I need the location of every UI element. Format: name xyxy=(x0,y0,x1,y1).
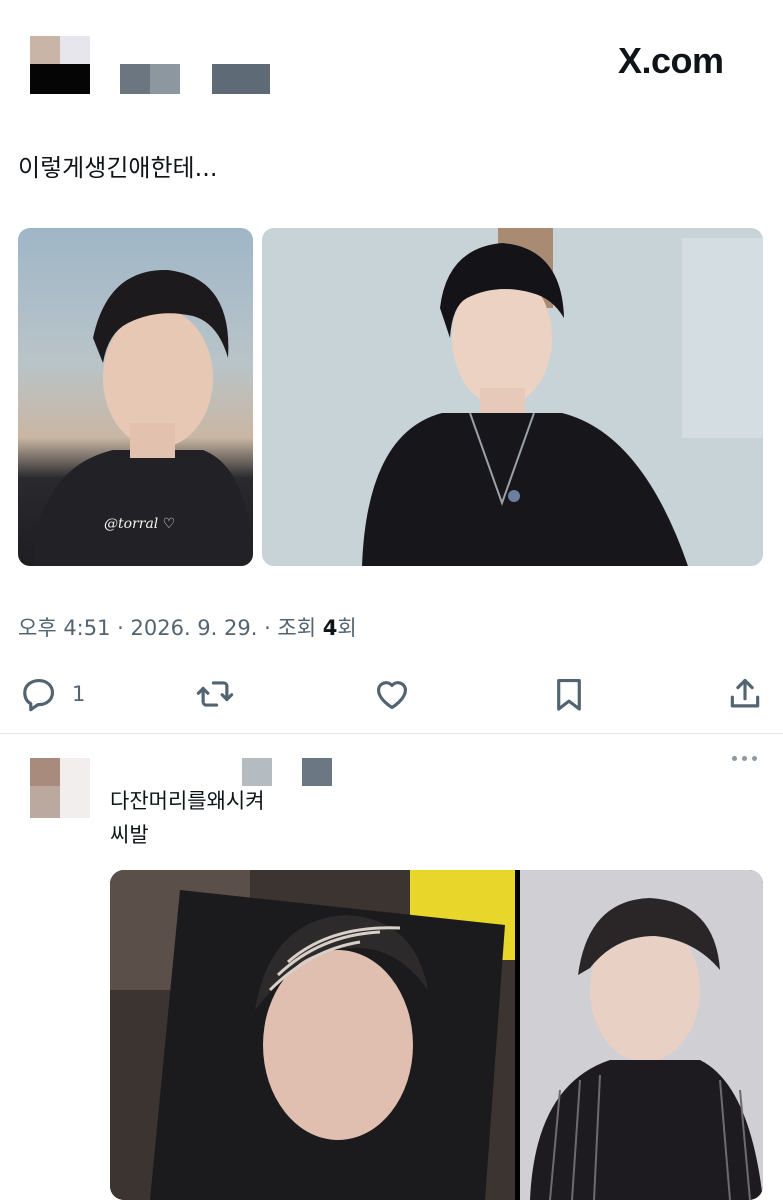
bookmark-icon xyxy=(550,675,588,713)
author-avatar[interactable] xyxy=(30,36,90,96)
like-button[interactable] xyxy=(372,674,412,714)
author-name-censored[interactable] xyxy=(120,64,180,94)
repost-button[interactable] xyxy=(195,674,235,714)
shirt-print-text: @torral ♡ xyxy=(104,516,176,532)
bookmark-button[interactable] xyxy=(550,674,588,714)
more-options-icon[interactable] xyxy=(732,756,757,761)
post-image-right[interactable] xyxy=(262,228,763,566)
author-handle-censored[interactable] xyxy=(212,64,270,94)
reply-icon xyxy=(20,675,58,713)
reply-count: 1 xyxy=(72,682,86,706)
view-count: 4 xyxy=(322,616,338,640)
share-button[interactable] xyxy=(726,674,764,714)
post-timestamp-views: 오후 4:51 · 2026. 9. 29. · 조회 4회 xyxy=(18,612,357,642)
reply-text-line1: 다잔머리를왜시켜 xyxy=(110,789,265,813)
repost-icon xyxy=(195,675,235,713)
timestamp-text: 오후 4:51 · 2026. 9. 29. · 조회 xyxy=(18,616,323,640)
reply-author-handle-censored[interactable] xyxy=(302,758,332,786)
reply-author-name-censored[interactable] xyxy=(242,758,272,786)
post-text: 이렇게생긴애한테... xyxy=(18,154,218,182)
x-com-logo: X.com xyxy=(618,40,724,81)
view-suffix: 회 xyxy=(337,616,357,640)
reply-image[interactable] xyxy=(110,870,763,1200)
divider xyxy=(0,733,783,734)
heart-icon xyxy=(372,675,412,713)
share-icon xyxy=(726,675,764,713)
reply-text-line2: 씨발 xyxy=(110,823,149,847)
reply-avatar[interactable] xyxy=(30,758,90,818)
post-image-left[interactable]: @torral ♡ xyxy=(18,228,253,566)
reply-button[interactable]: 1 xyxy=(20,674,85,714)
